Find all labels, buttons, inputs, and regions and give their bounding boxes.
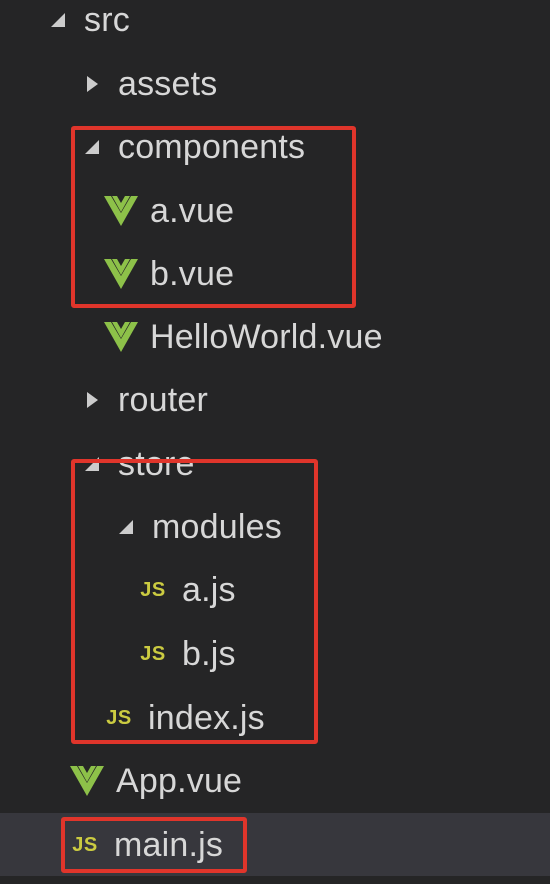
file-explorer-tree: src assets components a.vue b.vue HelloW… <box>0 0 550 884</box>
tree-item-label: App.vue <box>116 761 243 800</box>
chevron-expanded-icon[interactable] <box>78 133 106 161</box>
tree-item-components[interactable]: components <box>0 115 550 178</box>
tree-item-a-vue[interactable]: a.vue <box>0 179 550 242</box>
js-icon: JS <box>140 642 166 665</box>
chevron-expanded-icon[interactable] <box>78 450 106 478</box>
js-icon: JS <box>72 833 98 856</box>
tree-item-b-vue[interactable]: b.vue <box>0 242 550 305</box>
tree-item-label: store <box>118 444 195 483</box>
tree-item-b-js[interactable]: JS b.js <box>0 622 550 685</box>
js-icon: JS <box>140 578 166 601</box>
chevron-expanded-icon[interactable] <box>44 6 72 34</box>
tree-item-index-js[interactable]: JS index.js <box>0 686 550 749</box>
tree-item-label: b.vue <box>150 254 235 293</box>
tree-item-a-js[interactable]: JS a.js <box>0 558 550 621</box>
tree-item-src[interactable]: src <box>0 0 550 51</box>
tree-item-app-vue[interactable]: App.vue <box>0 749 550 812</box>
tree-item-store[interactable]: store <box>0 432 550 495</box>
tree-item-label: HelloWorld.vue <box>150 317 383 356</box>
tree-item-label: index.js <box>148 698 265 737</box>
vue-icon <box>104 194 138 228</box>
tree-item-helloworld-vue[interactable]: HelloWorld.vue <box>0 305 550 368</box>
vue-icon <box>70 764 104 798</box>
tree-item-label: a.vue <box>150 191 235 230</box>
tree-item-label: assets <box>118 64 218 103</box>
vue-icon <box>104 257 138 291</box>
tree-item-label: components <box>118 127 306 166</box>
tree-item-router[interactable]: router <box>0 368 550 431</box>
tree-item-label: src <box>84 0 130 39</box>
tree-item-label: main.js <box>114 825 224 864</box>
tree-item-label: modules <box>152 507 282 546</box>
tree-item-modules[interactable]: modules <box>0 495 550 558</box>
chevron-collapsed-icon[interactable] <box>78 386 106 414</box>
tree-item-main-js[interactable]: JS main.js <box>0 813 550 876</box>
vue-icon <box>104 320 138 354</box>
tree-item-label: router <box>118 380 209 419</box>
tree-item-label: a.js <box>182 570 236 609</box>
tree-item-assets[interactable]: assets <box>0 52 550 115</box>
js-icon: JS <box>106 706 132 729</box>
tree-item-label: b.js <box>182 634 236 673</box>
chevron-expanded-icon[interactable] <box>112 513 140 541</box>
chevron-collapsed-icon[interactable] <box>78 70 106 98</box>
